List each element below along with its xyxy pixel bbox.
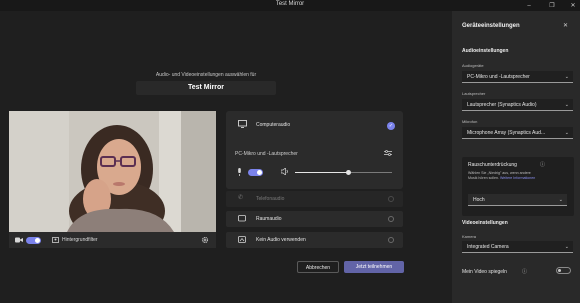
noise-suppression-description-text: Musik hören sollen. xyxy=(468,176,499,180)
phone-audio-label: Telefonaudio xyxy=(256,196,285,202)
noise-suppression-description-line1: Wählen Sie „Niedrig" aus, wenn andere xyxy=(468,171,531,175)
microphone-value: Microphone Array (Synaptics Aud... xyxy=(467,130,546,136)
noise-suppression-title: Rauschunterdrückung xyxy=(468,162,517,168)
device-settings-title: Geräteeinstellungen xyxy=(462,23,520,29)
computer-icon xyxy=(238,120,247,130)
volume-slider[interactable] xyxy=(295,170,392,175)
meeting-title: Test Mirror xyxy=(136,81,276,95)
window-title: Test Mirror xyxy=(275,1,305,7)
noise-suppression-select[interactable]: Hoch ⌄ xyxy=(468,194,567,206)
chevron-down-icon: ⌄ xyxy=(564,130,569,136)
video-settings-heading: Videoeinstellungen xyxy=(462,220,508,226)
room-audio-radio[interactable] xyxy=(388,216,394,222)
speaker-icon xyxy=(280,167,289,177)
no-audio-radio[interactable] xyxy=(388,237,394,243)
noise-suppression-box: Rauschunterdrückung ⓘ Wählen Sie „Niedri… xyxy=(462,157,574,216)
no-audio-option[interactable]: Kein Audio verwenden xyxy=(226,232,403,248)
audio-device-caption: Audiogeräte xyxy=(462,63,484,68)
more-info-link[interactable]: Weitere Informationen xyxy=(500,176,535,180)
no-audio-label: Kein Audio verwenden xyxy=(256,237,306,243)
noise-suppression-value: Hoch xyxy=(473,197,485,203)
camera-select[interactable]: Integrated Camera ⌄ xyxy=(462,241,573,253)
prejoin-heading: Audio- und Videoeinstellungen auswählen … xyxy=(155,72,257,78)
minimize-button[interactable]: – xyxy=(522,0,536,11)
speaker-value: Lautsprecher (Synaptics Audio) xyxy=(467,102,537,108)
camera-value: Integrated Camera xyxy=(467,244,509,250)
audio-device-select[interactable]: PC-Mikro und -Lautsprecher ⌄ xyxy=(462,71,573,83)
audio-device-label: PC-Mikro und -Lautsprecher xyxy=(235,151,298,157)
phone-audio-option[interactable]: ✆ Telefonaudio xyxy=(226,191,403,207)
video-camera-icon xyxy=(15,232,23,248)
phone-audio-radio[interactable] xyxy=(388,196,394,202)
device-settings-panel: Geräteeinstellungen ✕ Audioeinstellungen… xyxy=(452,11,580,303)
audio-settings-heading: Audioeinstellungen xyxy=(462,48,509,54)
mirror-video-toggle[interactable] xyxy=(556,267,571,274)
speaker-select[interactable]: Lautsprecher (Synaptics Audio) ⌄ xyxy=(462,99,573,111)
noise-suppression-description-line2: Musik hören sollen. Weitere Informatione… xyxy=(468,176,535,180)
camera-feed-image xyxy=(9,111,216,232)
mirror-video-label: Mein Video spiegeln xyxy=(462,269,507,275)
video-controls-bar: Hintergrundfilter xyxy=(9,232,216,248)
title-bar: Test Mirror – ❐ ✕ xyxy=(0,0,580,11)
room-audio-option[interactable]: Raumaudio xyxy=(226,211,403,227)
info-icon[interactable]: ⓘ xyxy=(540,161,545,168)
computer-audio-label: Computeraudio xyxy=(256,122,291,128)
no-audio-icon xyxy=(238,236,246,245)
microphone-toggle[interactable] xyxy=(248,169,263,176)
room-audio-label: Raumaudio xyxy=(256,216,282,222)
computer-audio-radio-checked[interactable]: ✓ xyxy=(387,122,395,130)
phone-icon: ✆ xyxy=(238,195,244,201)
maximize-button[interactable]: ❐ xyxy=(545,0,559,11)
chevron-down-icon: ⌄ xyxy=(564,102,569,108)
chevron-down-icon: ⌄ xyxy=(564,74,569,80)
microphone-caption: Mikrofon xyxy=(462,119,478,124)
chevron-down-icon: ⌄ xyxy=(558,197,563,203)
speaker-caption: Lautsprecher xyxy=(462,91,486,96)
cancel-button[interactable]: Abbrechen xyxy=(297,261,339,273)
join-now-button[interactable]: Jetzt teilnehmen xyxy=(344,261,404,273)
camera-toggle[interactable] xyxy=(26,232,41,248)
chevron-down-icon: ⌄ xyxy=(564,244,569,250)
background-filter-label[interactable]: Hintergrundfilter xyxy=(62,232,98,248)
close-icon[interactable]: ✕ xyxy=(563,22,568,29)
room-audio-icon xyxy=(238,215,246,224)
video-preview xyxy=(9,111,216,232)
volume-slider-thumb[interactable] xyxy=(346,170,352,175)
audio-settings-sliders-icon[interactable] xyxy=(384,150,392,158)
info-icon[interactable]: ⓘ xyxy=(522,268,527,275)
microphone-select[interactable]: Microphone Array (Synaptics Aud... ⌄ xyxy=(462,127,573,139)
audio-device-value: PC-Mikro und -Lautsprecher xyxy=(467,74,530,80)
computer-audio-panel[interactable]: Computeraudio ✓ PC-Mikro und -Lautsprech… xyxy=(226,111,403,189)
background-filter-icon[interactable] xyxy=(52,232,59,248)
close-window-button[interactable]: ✕ xyxy=(566,0,580,11)
microphone-icon xyxy=(237,168,242,178)
gear-icon[interactable] xyxy=(201,232,209,248)
camera-caption: Kamera xyxy=(462,234,477,239)
